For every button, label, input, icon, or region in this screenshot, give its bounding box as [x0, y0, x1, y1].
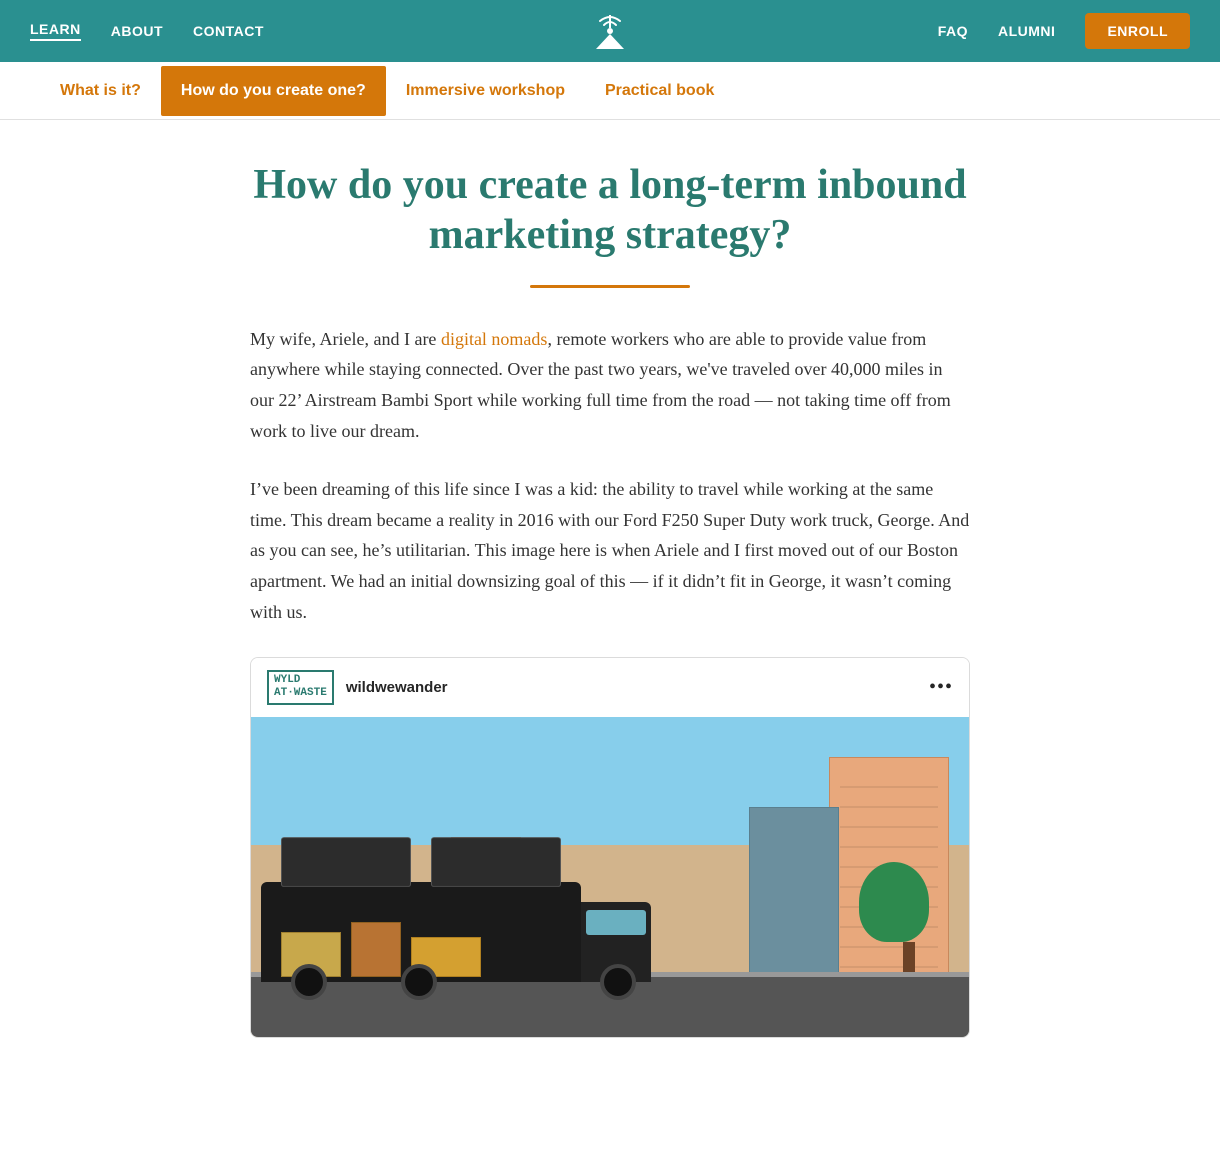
top-nav-left: LEARN ABOUT CONTACT	[30, 21, 264, 41]
tree	[888, 862, 929, 982]
cargo-box-2	[351, 922, 401, 977]
instagram-account-logo: WYLDAT·WASTE	[267, 670, 334, 704]
top-navigation: LEARN ABOUT CONTACT FAQ ALUMNI ENROLL	[0, 0, 1220, 62]
wheel-1	[291, 964, 327, 1000]
instagram-photo	[251, 717, 969, 1037]
tab-what-is-it[interactable]: What is it?	[40, 66, 161, 116]
tab-workshop[interactable]: Immersive workshop	[386, 66, 585, 116]
top-nav-right: FAQ ALUMNI ENROLL	[938, 13, 1190, 49]
nav-contact[interactable]: CONTACT	[193, 23, 264, 39]
truck-body	[261, 882, 581, 982]
truck-panel-right	[431, 837, 561, 887]
tab-how-create[interactable]: How do you create one?	[161, 66, 386, 116]
sub-navigation: What is it? How do you create one? Immer…	[0, 62, 1220, 120]
p1-before-link: My wife, Ariele, and I are	[250, 329, 441, 349]
building-2	[749, 807, 839, 977]
page-title: How do you create a long-term inbound ma…	[250, 160, 970, 261]
instagram-user-info: WYLDAT·WASTE wildwewander	[267, 670, 448, 704]
truck-windshield	[586, 910, 646, 935]
paragraph-2: I’ve been dreaming of this life since I …	[250, 474, 970, 627]
paragraph-1: My wife, Ariele, and I are digital nomad…	[250, 324, 970, 446]
wheel-3	[600, 964, 636, 1000]
enroll-button[interactable]: ENROLL	[1085, 13, 1190, 49]
truck-panel-left	[281, 837, 411, 887]
tab-book[interactable]: Practical book	[585, 66, 734, 116]
nav-alumni[interactable]: ALUMNI	[998, 23, 1055, 39]
main-content: How do you create a long-term inbound ma…	[230, 120, 990, 1098]
instagram-header: WYLDAT·WASTE wildwewander •••	[251, 658, 969, 716]
instagram-embed: WYLDAT·WASTE wildwewander •••	[250, 657, 970, 1037]
site-logo[interactable]	[586, 5, 634, 58]
instagram-more-options[interactable]: •••	[929, 676, 953, 699]
wheel-2	[401, 964, 437, 1000]
nav-learn[interactable]: LEARN	[30, 21, 81, 41]
tree-foliage	[859, 862, 929, 942]
nav-about[interactable]: ABOUT	[111, 23, 163, 39]
nav-faq[interactable]: FAQ	[938, 23, 968, 39]
title-divider	[530, 285, 690, 288]
instagram-username: wildwewander	[346, 679, 448, 696]
digital-nomads-link[interactable]: digital nomads	[441, 329, 548, 349]
